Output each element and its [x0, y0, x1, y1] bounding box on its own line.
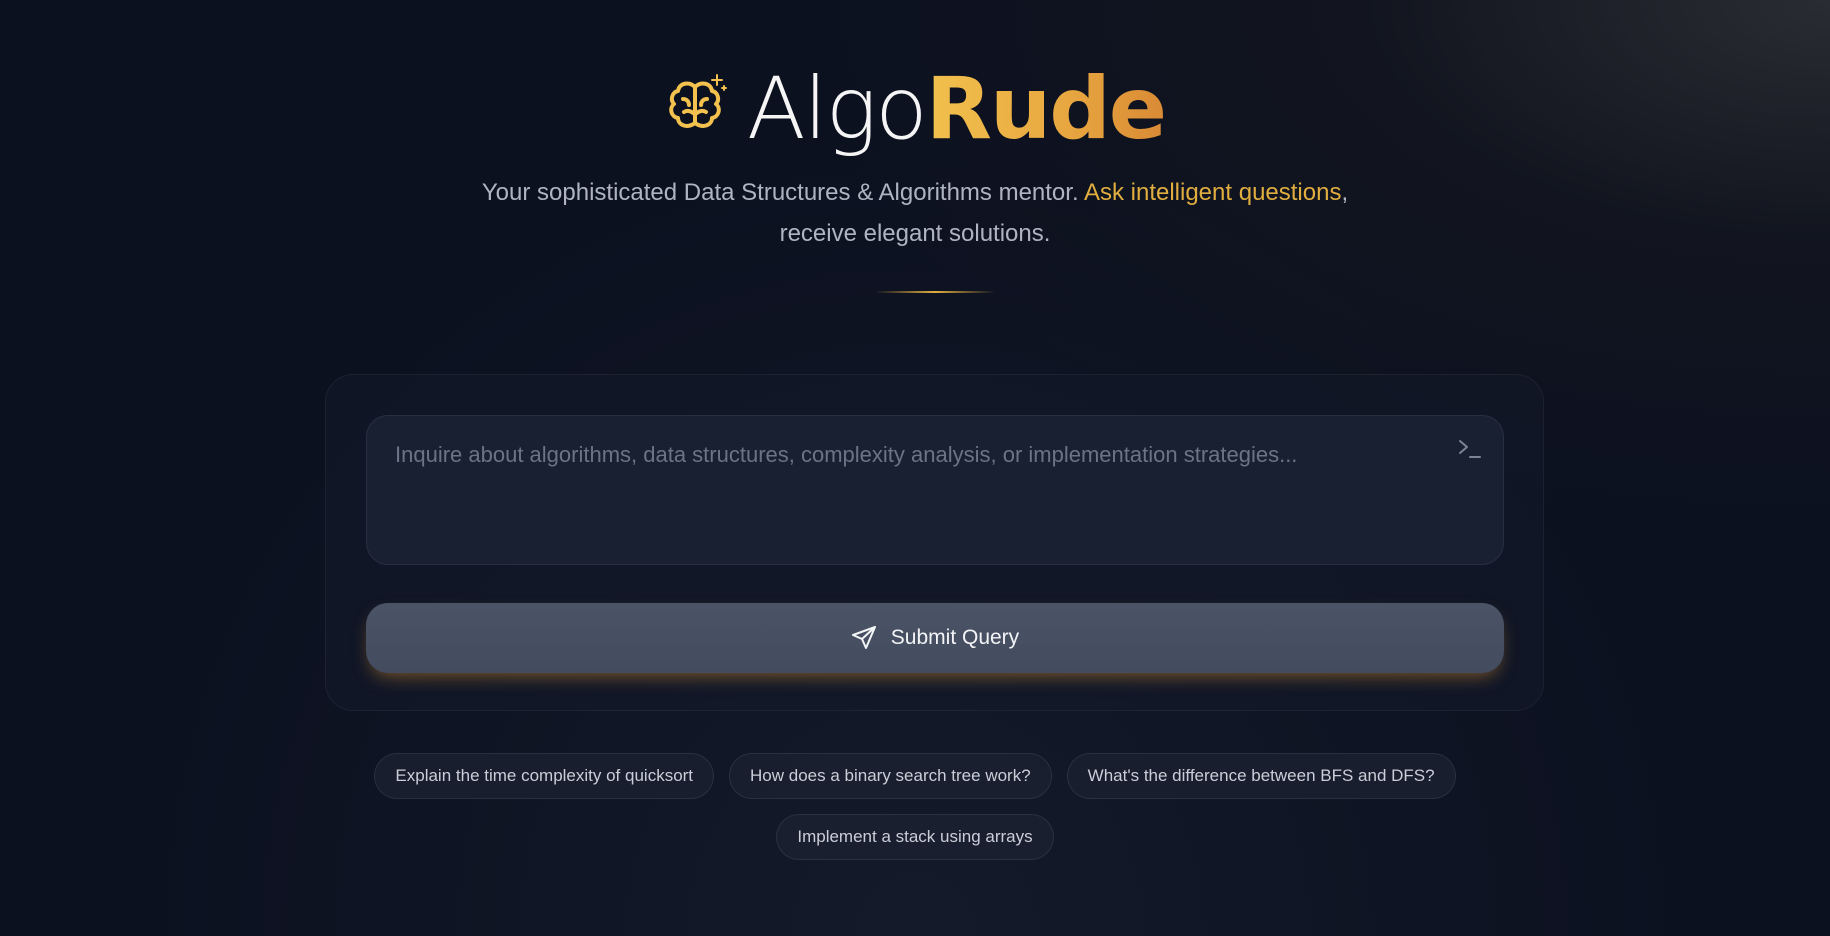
suggestion-chip[interactable]: Implement a stack using arrays — [776, 814, 1054, 860]
brain-sparkle-icon — [669, 74, 727, 128]
suggestion-row-2: Implement a stack using arrays — [0, 814, 1830, 860]
query-box — [366, 415, 1504, 565]
suggestion-chips: Explain the time complexity of quicksort… — [0, 753, 1830, 875]
suggestion-chip[interactable]: How does a binary search tree work? — [729, 753, 1052, 799]
submit-query-button[interactable]: Submit Query — [366, 603, 1504, 673]
send-icon — [851, 626, 876, 649]
submit-query-label: Submit Query — [890, 626, 1020, 649]
app-title-part2: Rude — [925, 59, 1167, 159]
brand-header: AlgoRude — [0, 54, 1830, 164]
query-input[interactable] — [395, 430, 1435, 560]
suggestion-chip[interactable]: Explain the time complexity of quicksort — [374, 753, 715, 799]
query-card: Submit Query — [325, 374, 1544, 711]
terminal-icon — [1459, 440, 1481, 458]
suggestion-row-1: Explain the time complexity of quicksort… — [0, 753, 1830, 799]
tagline-text-start: Your sophisticated Data Structures & Alg… — [481, 179, 1084, 206]
suggestion-chip[interactable]: What's the difference between BFS and DF… — [1066, 753, 1456, 799]
app-title: AlgoRude — [746, 54, 1167, 164]
tagline: Your sophisticated Data Structures & Alg… — [465, 172, 1365, 254]
app-title-part1: Algo — [746, 59, 928, 159]
gold-divider — [875, 291, 995, 293]
tagline-accent: Ask intelligent questions — [1083, 179, 1342, 206]
